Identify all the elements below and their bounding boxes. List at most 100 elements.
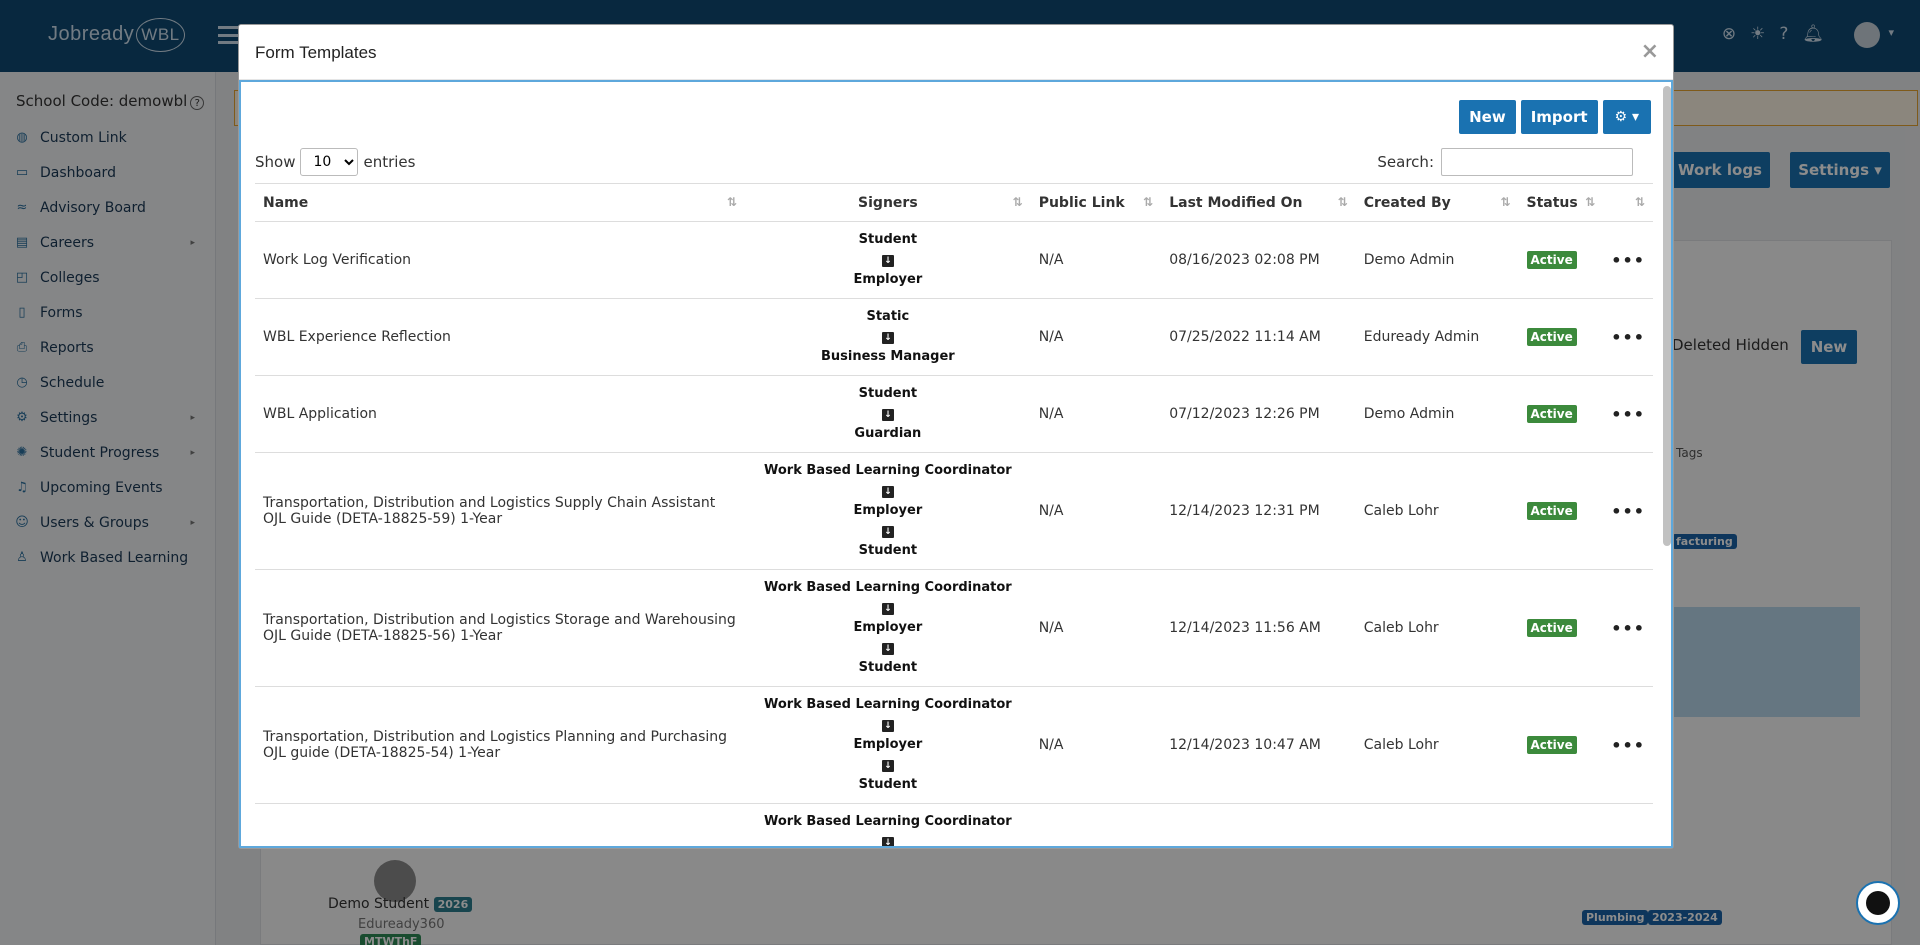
table-row[interactable]: Work Log Verification Student ↓ Employer N/A… — [255, 221, 1653, 299]
signers-cell: Work Based Learning Coordinator ↓ Employer… — [745, 686, 1031, 804]
arrow-down-icon: ↓ — [881, 643, 894, 655]
page-size-select[interactable]: 10 — [300, 148, 359, 176]
status-badge: Active — [1526, 619, 1577, 637]
actions-cell: ••• — [1603, 452, 1653, 570]
column-label: Name — [263, 194, 309, 211]
import-button[interactable]: Import — [1520, 100, 1598, 134]
public-link: N/A — [1030, 221, 1162, 299]
status-badge: Active — [1526, 502, 1577, 520]
signer-label: Employer — [853, 503, 923, 518]
table-row[interactable]: WBL Application Student ↓ Guardian N/A 07/12/… — [255, 375, 1653, 453]
column-name[interactable]: Name ⇅ — [255, 183, 746, 222]
table-row[interactable]: Work Based Learning Coordinator ↓ — [255, 803, 1653, 846]
table-row[interactable]: Transportation, Distribution and Logisti… — [255, 569, 1653, 687]
template-name: Work Log Verification — [255, 221, 746, 299]
status-badge: Active — [1526, 328, 1577, 346]
modal-header: Form Templates × — [239, 25, 1673, 80]
signer-label: Student — [858, 543, 918, 558]
column-label: Public Link — [1038, 194, 1125, 211]
column-label: Last Modified On — [1169, 194, 1303, 211]
public-link: N/A — [1030, 298, 1162, 376]
more-options-icon[interactable]: ••• — [1611, 502, 1645, 521]
floating-action-button[interactable] — [1856, 881, 1900, 925]
table-row[interactable]: Transportation, Distribution and Logisti… — [255, 452, 1653, 570]
status-badge: Active — [1526, 251, 1577, 269]
signer-label: Student — [858, 232, 918, 247]
actions-cell — [1603, 803, 1653, 846]
table-header-row: Name ⇅ Signers ⇅ Public Link ⇅ Last Modifie… — [255, 183, 1653, 222]
public-link: N/A — [1030, 686, 1162, 804]
status-badge: Active — [1526, 736, 1577, 754]
sort-icon: ⇅ — [726, 195, 738, 209]
form-templates-table: Name ⇅ Signers ⇅ Public Link ⇅ Last Modifie… — [255, 183, 1653, 846]
actions-cell: ••• — [1603, 375, 1653, 453]
column-label: Status — [1526, 194, 1578, 211]
created-by: Caleb Lohr — [1355, 452, 1519, 570]
sort-icon: ⇅ — [1012, 195, 1023, 209]
actions-cell: ••• — [1603, 569, 1653, 687]
more-options-icon[interactable]: ••• — [1611, 619, 1645, 638]
entries-label: entries — [363, 153, 416, 171]
arrow-down-icon: ↓ — [881, 409, 894, 421]
status-badge: Active — [1526, 405, 1577, 423]
last-modified — [1161, 803, 1356, 846]
column-label: Signers — [858, 194, 918, 211]
last-modified: 12/14/2023 11:56 AM — [1161, 569, 1356, 687]
last-modified: 07/12/2023 12:26 PM — [1161, 375, 1356, 453]
gear-icon: ⚙ ▾ — [1614, 109, 1639, 125]
public-link: N/A — [1030, 452, 1162, 570]
search-label: Search: — [1377, 153, 1434, 171]
sort-icon: ⇅ — [1585, 195, 1596, 209]
scrollbar[interactable] — [1663, 86, 1671, 546]
template-name: WBL Experience Reflection — [255, 298, 746, 376]
created-by: Demo Admin — [1355, 221, 1519, 299]
arrow-down-icon: ↓ — [881, 332, 894, 344]
arrow-down-icon: ↓ — [881, 760, 894, 772]
column-last-modified[interactable]: Last Modified On ⇅ — [1161, 183, 1356, 222]
last-modified: 08/16/2023 02:08 PM — [1161, 221, 1356, 299]
template-name: Transportation, Distribution and Logisti… — [255, 686, 746, 804]
status-cell: Active — [1518, 452, 1604, 570]
template-name: WBL Application — [255, 375, 746, 453]
arrow-down-icon: ↓ — [881, 486, 894, 498]
gear-dropdown-button[interactable]: ⚙ ▾ — [1602, 100, 1651, 134]
more-options-icon[interactable]: ••• — [1611, 736, 1645, 755]
column-public-link[interactable]: Public Link ⇅ — [1030, 183, 1162, 222]
new-button[interactable]: New — [1459, 100, 1516, 134]
last-modified: 12/14/2023 12:31 PM — [1161, 452, 1356, 570]
more-options-icon[interactable]: ••• — [1611, 405, 1645, 424]
signer-label: Student — [858, 386, 918, 401]
signer-label: Work Based Learning Coordinator — [764, 463, 1012, 478]
modal-toolbar: New Import ⚙ ▾ — [1459, 100, 1651, 134]
signers-cell: Work Based Learning Coordinator ↓ — [745, 803, 1031, 846]
column-created-by[interactable]: Created By ⇅ — [1355, 183, 1519, 222]
table-row[interactable]: Transportation, Distribution and Logisti… — [255, 686, 1653, 804]
close-icon[interactable]: × — [1641, 39, 1659, 64]
actions-cell: ••• — [1603, 221, 1653, 299]
status-cell: Active — [1518, 569, 1604, 687]
column-actions[interactable]: ⇅ — [1603, 183, 1653, 222]
created-by: Eduready Admin — [1355, 298, 1519, 376]
public-link: N/A — [1030, 375, 1162, 453]
template-name: Transportation, Distribution and Logisti… — [255, 452, 746, 570]
more-options-icon[interactable]: ••• — [1611, 251, 1645, 270]
arrow-down-icon: ↓ — [881, 837, 894, 846]
more-options-icon[interactable]: ••• — [1611, 328, 1645, 347]
arrow-down-icon: ↓ — [881, 720, 894, 732]
sort-icon: ⇅ — [1143, 195, 1154, 209]
signers-cell: Student ↓ Guardian — [745, 375, 1031, 453]
status-cell: Active — [1518, 686, 1604, 804]
signers-cell: Student ↓ Employer — [745, 221, 1031, 299]
signer-label: Employer — [853, 272, 923, 287]
search-input[interactable] — [1441, 148, 1633, 176]
table-row[interactable]: WBL Experience Reflection Static ↓ Business… — [255, 298, 1653, 376]
modal-body: New Import ⚙ ▾ Show 10 entries Search: N… — [239, 80, 1673, 848]
signer-label: Work Based Learning Coordinator — [764, 697, 1012, 712]
template-name: Transportation, Distribution and Logisti… — [255, 569, 746, 687]
signers-cell: Work Based Learning Coordinator ↓ Employer… — [745, 452, 1031, 570]
status-cell: Active — [1518, 298, 1604, 376]
column-status[interactable]: Status ⇅ — [1518, 183, 1604, 222]
last-modified: 12/14/2023 10:47 AM — [1161, 686, 1356, 804]
column-signers[interactable]: Signers ⇅ — [745, 183, 1031, 222]
template-name — [255, 803, 746, 846]
